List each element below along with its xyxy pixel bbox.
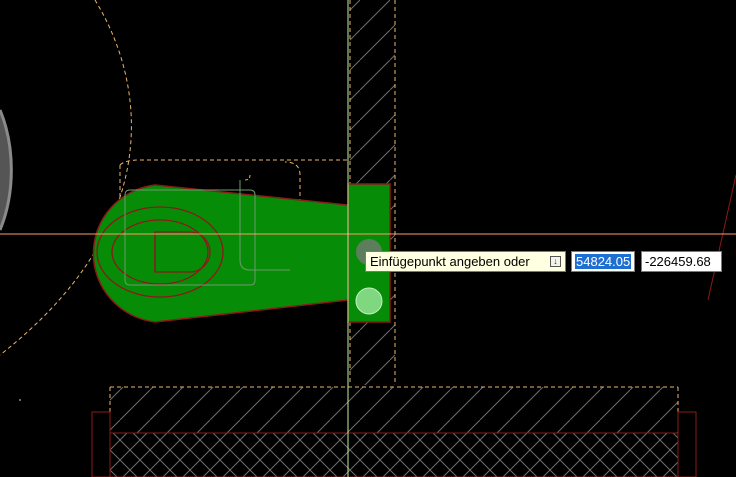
dashed-arc-large — [0, 0, 132, 356]
y-coordinate-input[interactable]: -226459.68 — [641, 251, 722, 272]
y-coordinate-value: -226459.68 — [645, 254, 711, 269]
command-prompt-tooltip: Einfügepunkt angeben oder ↓ — [365, 251, 566, 272]
right-red-line — [707, 174, 736, 301]
left-gray-circle-part — [0, 109, 13, 231]
small-dot — [19, 399, 21, 401]
arrow-down-options-icon[interactable]: ↓ — [550, 256, 561, 267]
cad-drawing-canvas[interactable] — [0, 0, 736, 477]
x-coordinate-input[interactable]: 54824.05 — [571, 251, 635, 272]
green-lever[interactable] — [92, 174, 391, 323]
prompt-text: Einfügepunkt angeben oder — [370, 254, 530, 269]
bottom-hatched-block — [91, 386, 697, 477]
grip-circle-lower[interactable] — [355, 287, 383, 315]
x-coordinate-value: 54824.05 — [575, 254, 632, 269]
